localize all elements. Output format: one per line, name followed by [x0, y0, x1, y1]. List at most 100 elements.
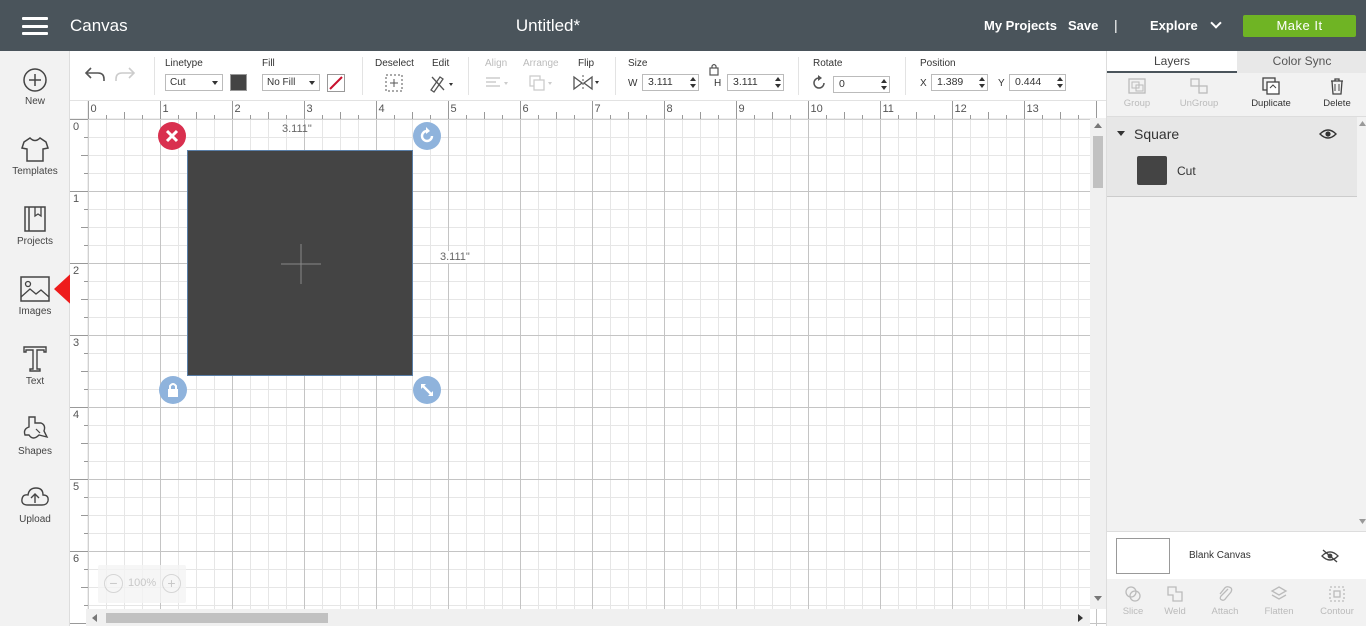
nav-shapes[interactable]: Shapes	[0, 415, 70, 485]
horizontal-scroll-thumb[interactable]	[106, 613, 328, 623]
group-button[interactable]: Group	[1107, 77, 1167, 109]
ruler-h-label: 10	[810, 103, 823, 115]
position-y-spinner-icon[interactable]	[1057, 76, 1063, 89]
resize-handle-icon[interactable]	[412, 375, 442, 405]
rotate-handle-icon[interactable]	[412, 121, 442, 151]
layer-operation: Cut	[1177, 164, 1196, 178]
trash-icon	[1331, 78, 1343, 95]
zoom-out-button[interactable]: −	[104, 574, 123, 593]
weld-button[interactable]: Weld	[1149, 585, 1201, 617]
position-x-input[interactable]: 1.389	[931, 74, 988, 91]
slice-icon	[1125, 586, 1141, 602]
duplicate-button[interactable]: Duplicate	[1241, 77, 1301, 109]
layer-color-swatch[interactable]	[1137, 156, 1167, 185]
explore-menu[interactable]: Explore	[1150, 17, 1222, 33]
edit-label: Edit	[432, 58, 450, 69]
attach-label: Attach	[1211, 606, 1239, 617]
ruler-v-label: 2	[73, 264, 80, 277]
y-letter: Y	[998, 78, 1005, 89]
ungroup-icon	[1190, 78, 1208, 94]
width-spinner-icon[interactable]	[690, 76, 696, 89]
image-icon	[20, 276, 50, 302]
zoom-in-button[interactable]: +	[162, 574, 181, 593]
left-nav: New Templates Projects Images Text Shape…	[0, 51, 124, 626]
toolbar-divider	[362, 57, 363, 95]
no-fill-swatch-icon[interactable]	[327, 74, 345, 92]
path-operations: Slice Weld Attach Flatten Contour	[1107, 579, 1366, 626]
scroll-left-icon[interactable]	[92, 614, 98, 622]
eye-hidden-icon[interactable]	[1321, 549, 1339, 563]
edit-tools-icon[interactable]	[428, 73, 456, 93]
lock-ratio-icon[interactable]	[708, 62, 720, 76]
position-y-input[interactable]: 0.444	[1009, 74, 1066, 91]
position-x-spinner-icon[interactable]	[979, 76, 985, 89]
width-value: 3.111	[648, 76, 673, 88]
vertical-scroll-thumb[interactable]	[1093, 136, 1103, 188]
flip-icon[interactable]	[572, 73, 602, 93]
arrange-icon[interactable]	[528, 74, 556, 92]
my-projects-link[interactable]: My Projects	[984, 18, 1057, 33]
align-icon[interactable]	[484, 75, 512, 91]
scroll-up-icon[interactable]	[1094, 123, 1102, 129]
horizontal-scrollbar[interactable]	[86, 609, 1090, 626]
layer-group-square[interactable]: Square Cut	[1107, 117, 1357, 197]
tab-color-sync[interactable]: Color Sync	[1237, 51, 1366, 73]
ruler-h-label: 11	[882, 103, 894, 115]
undo-icon[interactable]	[84, 65, 106, 83]
deselect-icon[interactable]	[384, 73, 404, 93]
toolbar-divider	[798, 57, 799, 95]
rotate-icon	[813, 75, 825, 89]
duplicate-icon	[1262, 77, 1280, 95]
attach-button[interactable]: Attach	[1199, 585, 1251, 617]
blank-canvas-row[interactable]: Blank Canvas	[1107, 531, 1366, 579]
design-canvas[interactable]: 0 1 2 3 4 5 6 7 8 9 10 11 12 13 0123456 3.111" 3.111"	[70, 101, 1106, 626]
nav-upload[interactable]: Upload	[0, 485, 70, 555]
collapse-caret-icon[interactable]	[1117, 131, 1125, 136]
layer-name: Square	[1134, 126, 1180, 142]
height-input[interactable]: 3.111	[727, 74, 784, 91]
tshirt-icon	[21, 137, 49, 162]
rotate-input[interactable]: 0	[833, 76, 890, 93]
blank-canvas-swatch[interactable]	[1116, 538, 1170, 574]
panel-scroll-up-icon[interactable]	[1359, 121, 1366, 126]
scroll-right-icon[interactable]	[1078, 614, 1084, 622]
nav-templates[interactable]: Templates	[0, 135, 70, 205]
vertical-scrollbar[interactable]	[1090, 118, 1106, 609]
tab-layers[interactable]: Layers	[1107, 51, 1237, 73]
ruler-h-label: 13	[1026, 103, 1039, 115]
eye-visible-icon[interactable]	[1319, 128, 1337, 140]
lock-handle-icon[interactable]	[158, 375, 188, 405]
selected-square-shape[interactable]	[187, 150, 413, 376]
rotate-label: Rotate	[813, 58, 843, 69]
ruler-h-label: 3	[306, 103, 313, 115]
chevron-down-icon	[1210, 17, 1222, 29]
linetype-label: Linetype	[165, 58, 203, 69]
weld-label: Weld	[1164, 606, 1186, 617]
fill-select[interactable]: No Fill	[262, 74, 320, 91]
nav-new[interactable]: New	[0, 67, 70, 137]
contour-button[interactable]: Contour	[1311, 585, 1363, 617]
width-input[interactable]: 3.111	[642, 74, 699, 91]
flatten-button[interactable]: Flatten	[1253, 585, 1305, 617]
delete-handle-icon[interactable]	[157, 121, 187, 151]
ungroup-label: UnGroup	[1179, 98, 1219, 109]
toolbar-divider	[154, 57, 155, 95]
ruler-h-label: 6	[522, 103, 529, 115]
save-link[interactable]: Save	[1068, 18, 1098, 33]
position-label: Position	[920, 58, 956, 69]
panel-scroll-down-icon[interactable]	[1359, 519, 1366, 524]
make-it-button[interactable]: Make It	[1243, 15, 1356, 37]
redo-icon[interactable]	[114, 65, 136, 83]
linetype-color-swatch[interactable]	[230, 74, 247, 91]
contour-icon	[1329, 586, 1345, 602]
scroll-down-icon[interactable]	[1094, 596, 1102, 602]
height-spinner-icon[interactable]	[775, 76, 781, 89]
ungroup-button[interactable]: UnGroup	[1169, 77, 1229, 109]
nav-text[interactable]: Text	[0, 345, 70, 415]
zoom-control: − 100% +	[98, 565, 186, 603]
position-x-value: 1.389	[937, 76, 964, 88]
delete-button[interactable]: Delete	[1307, 77, 1366, 109]
linetype-select[interactable]: Cut	[165, 74, 223, 91]
panel-scrollbar[interactable]	[1357, 117, 1366, 531]
rotate-spinner-icon[interactable]	[881, 78, 887, 91]
